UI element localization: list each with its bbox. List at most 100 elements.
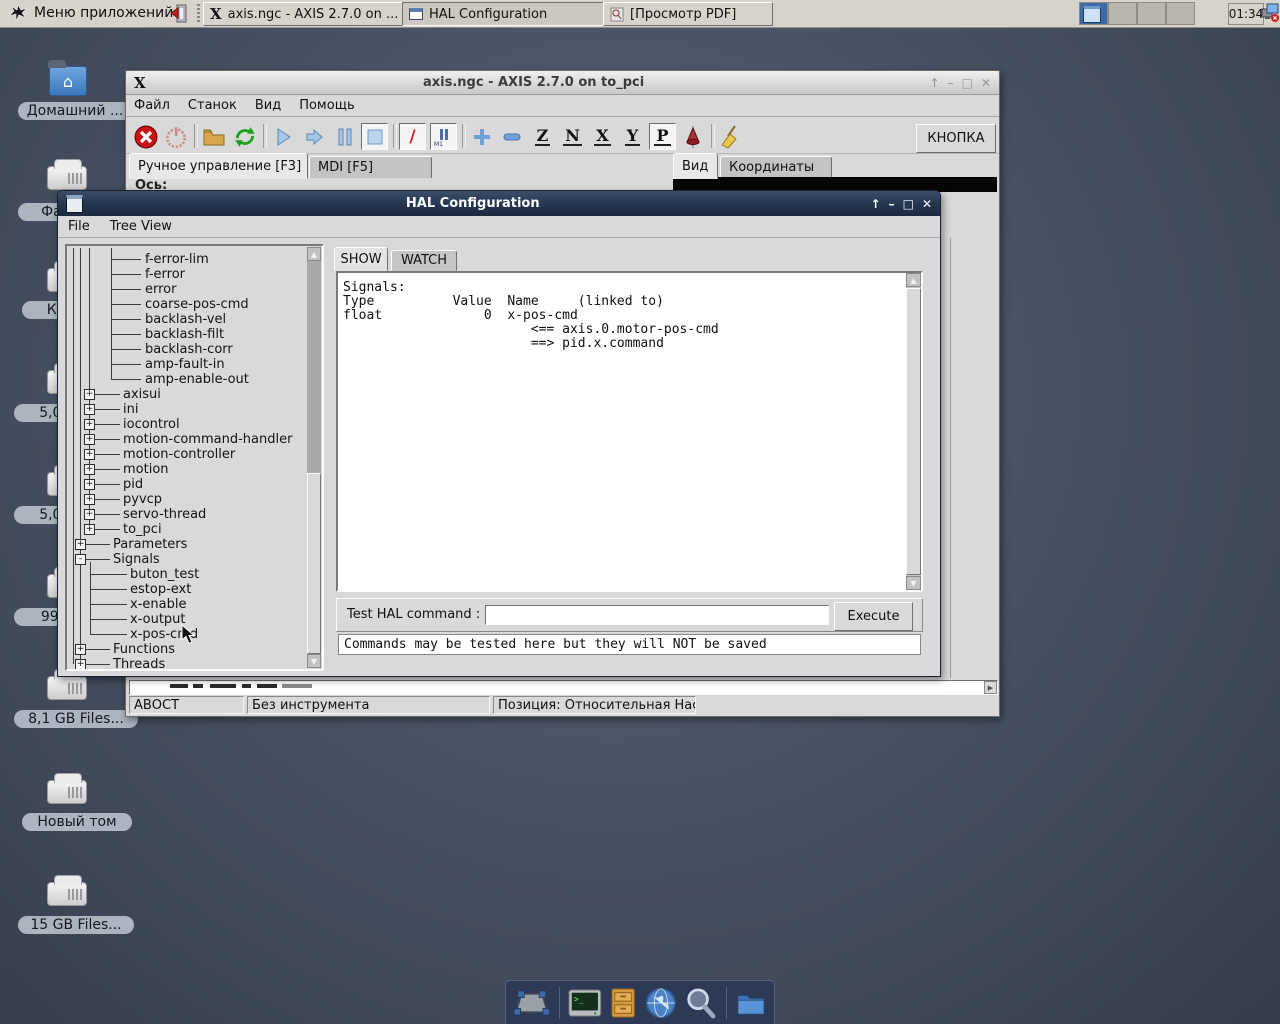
view-p-button[interactable]: P	[649, 123, 676, 150]
expander-icon[interactable]: +	[84, 389, 95, 400]
view-z-button[interactable]: Z	[529, 123, 556, 150]
tree-item[interactable]: + Parameters	[67, 537, 303, 552]
taskbar-button-pdf[interactable]: [Просмотр PDF]	[603, 2, 773, 26]
home-folder-icon[interactable]: ⌂	[48, 60, 87, 96]
file-manager-icon[interactable]	[736, 989, 766, 1017]
tab-mdi[interactable]: MDI [F5]	[309, 156, 432, 179]
logout-icon[interactable]	[170, 4, 190, 27]
estop-button[interactable]	[132, 123, 159, 150]
desktop-icon-label[interactable]: Новый том	[22, 813, 132, 831]
shade-button[interactable]: ↑	[930, 76, 940, 90]
web-browser-icon[interactable]	[645, 986, 677, 1020]
minimize-button[interactable]: –	[948, 76, 954, 90]
drive-icon[interactable]	[47, 875, 87, 906]
desktop-icon-label[interactable]: 8,1 GB Files...	[14, 710, 138, 728]
tree-item[interactable]: + pyvcp	[67, 492, 303, 507]
step-button[interactable]	[300, 123, 327, 150]
hal-menu-tree-view[interactable]: Tree View	[110, 219, 172, 234]
open-file-button[interactable]	[200, 123, 227, 150]
scrollbar-thumb[interactable]	[307, 473, 321, 654]
minimize-button[interactable]: –	[889, 197, 895, 211]
taskbar-button-hal[interactable]: HAL Configuration	[402, 2, 613, 26]
maximize-button[interactable]: □	[962, 76, 973, 90]
taskbar-button-axis[interactable]: X axis.ngc - AXIS 2.7.0 on ...	[203, 2, 413, 26]
drive-icon[interactable]	[47, 159, 87, 190]
workspace-4[interactable]	[1166, 2, 1195, 25]
tree-item[interactable]: + ini	[67, 402, 303, 417]
workspace-2[interactable]	[1108, 2, 1137, 25]
expander-icon[interactable]: +	[75, 659, 86, 669]
tree-item[interactable]: amp-enable-out	[67, 372, 303, 387]
drive-icon[interactable]	[47, 773, 87, 804]
workspace-pager[interactable]	[1079, 2, 1195, 25]
menu-view[interactable]: Вид	[255, 98, 281, 113]
hscroll-arrow[interactable]: ▶	[984, 681, 997, 694]
clear-plot-button[interactable]	[717, 123, 744, 150]
zoom-in-button[interactable]	[468, 123, 495, 150]
show-desktop-icon[interactable]	[514, 989, 550, 1017]
tree-item[interactable]: backlash-vel	[67, 312, 303, 327]
tree-item[interactable]: buton_test	[67, 567, 303, 582]
tab-watch[interactable]: WATCH	[391, 250, 457, 271]
network-status-icon[interactable]	[1261, 3, 1280, 27]
tab-dro[interactable]: Координаты	[720, 156, 832, 179]
tree-item[interactable]: estop-ext	[67, 582, 303, 597]
tree-item[interactable]: + motion-command-handler	[67, 432, 303, 447]
view-y-button[interactable]: Y	[619, 123, 646, 150]
run-button[interactable]	[269, 123, 296, 150]
workspace-3[interactable]	[1137, 2, 1166, 25]
scroll-up-icon[interactable]: ▲	[307, 247, 321, 261]
test-command-input[interactable]	[485, 605, 829, 625]
execute-button[interactable]: Execute	[834, 602, 913, 631]
tree-item[interactable]: x-enable	[67, 597, 303, 612]
hal-titlebar[interactable]: HAL Configuration ↑ – □ ✕	[58, 191, 940, 216]
maximize-button[interactable]: □	[903, 197, 914, 211]
tree-item[interactable]: coarse-pos-cmd	[67, 297, 303, 312]
search-icon[interactable]	[685, 986, 717, 1020]
shade-button[interactable]: ↑	[871, 197, 881, 211]
tree-item[interactable]: f-error	[67, 267, 303, 282]
axis-titlebar[interactable]: X axis.ngc - AXIS 2.7.0 on to_pci ↑ – □ …	[126, 71, 999, 95]
tree-item[interactable]: error	[67, 282, 303, 297]
expander-icon[interactable]: +	[84, 449, 95, 460]
file-cabinet-icon[interactable]	[611, 987, 636, 1019]
close-button[interactable]: ✕	[922, 197, 932, 211]
desktop-icon-label[interactable]: Домашний ...	[18, 102, 132, 120]
show-output-area[interactable]: Signals: Type Value Name (linked to) flo…	[336, 271, 923, 592]
scroll-up-icon[interactable]: ▲	[906, 273, 921, 287]
menu-machine[interactable]: Станок	[188, 98, 237, 113]
tree-item[interactable]: backlash-corr	[67, 342, 303, 357]
expander-icon[interactable]: -	[75, 554, 86, 565]
machine-power-button[interactable]	[162, 123, 189, 150]
menu-help[interactable]: Помощь	[299, 98, 354, 113]
tab-manual-control[interactable]: Ручное управление [F3]	[129, 153, 308, 179]
tree-item[interactable]: + servo-thread	[67, 507, 303, 522]
expander-icon[interactable]: +	[84, 404, 95, 415]
tree-item[interactable]: f-error-lim	[67, 252, 303, 267]
close-button[interactable]: ✕	[981, 76, 991, 90]
scrollbar-thumb[interactable]	[906, 288, 921, 575]
tree-item[interactable]: + axisui	[67, 387, 303, 402]
expander-icon[interactable]: +	[84, 419, 95, 430]
tree-item[interactable]: + pid	[67, 477, 303, 492]
optional-stop-button[interactable]: M1	[430, 123, 457, 150]
pause-button[interactable]	[331, 123, 358, 150]
expander-icon[interactable]: +	[84, 509, 95, 520]
rotate-view-button[interactable]	[679, 123, 706, 150]
view-z2-button[interactable]: N	[559, 123, 586, 150]
custom-knopka-button[interactable]: КНОПКА	[916, 124, 996, 153]
expander-icon[interactable]: +	[84, 479, 95, 490]
tree-item[interactable]: + motion	[67, 462, 303, 477]
tab-show[interactable]: SHOW	[334, 247, 388, 271]
show-scrollbar[interactable]: ▲ ▼	[906, 273, 921, 590]
expander-icon[interactable]: +	[84, 524, 95, 535]
block-delete-button[interactable]: /	[399, 123, 426, 150]
expander-icon[interactable]: +	[75, 644, 86, 655]
menu-file[interactable]: Файл	[134, 98, 170, 113]
tree-scrollbar[interactable]: ▲ ▼	[307, 247, 321, 668]
tree-item[interactable]: + to_pci	[67, 522, 303, 537]
tree-item[interactable]: amp-fault-in	[67, 357, 303, 372]
hal-menu-file[interactable]: File	[68, 219, 90, 234]
scroll-down-icon[interactable]: ▼	[906, 576, 921, 590]
reload-button[interactable]	[231, 123, 258, 150]
